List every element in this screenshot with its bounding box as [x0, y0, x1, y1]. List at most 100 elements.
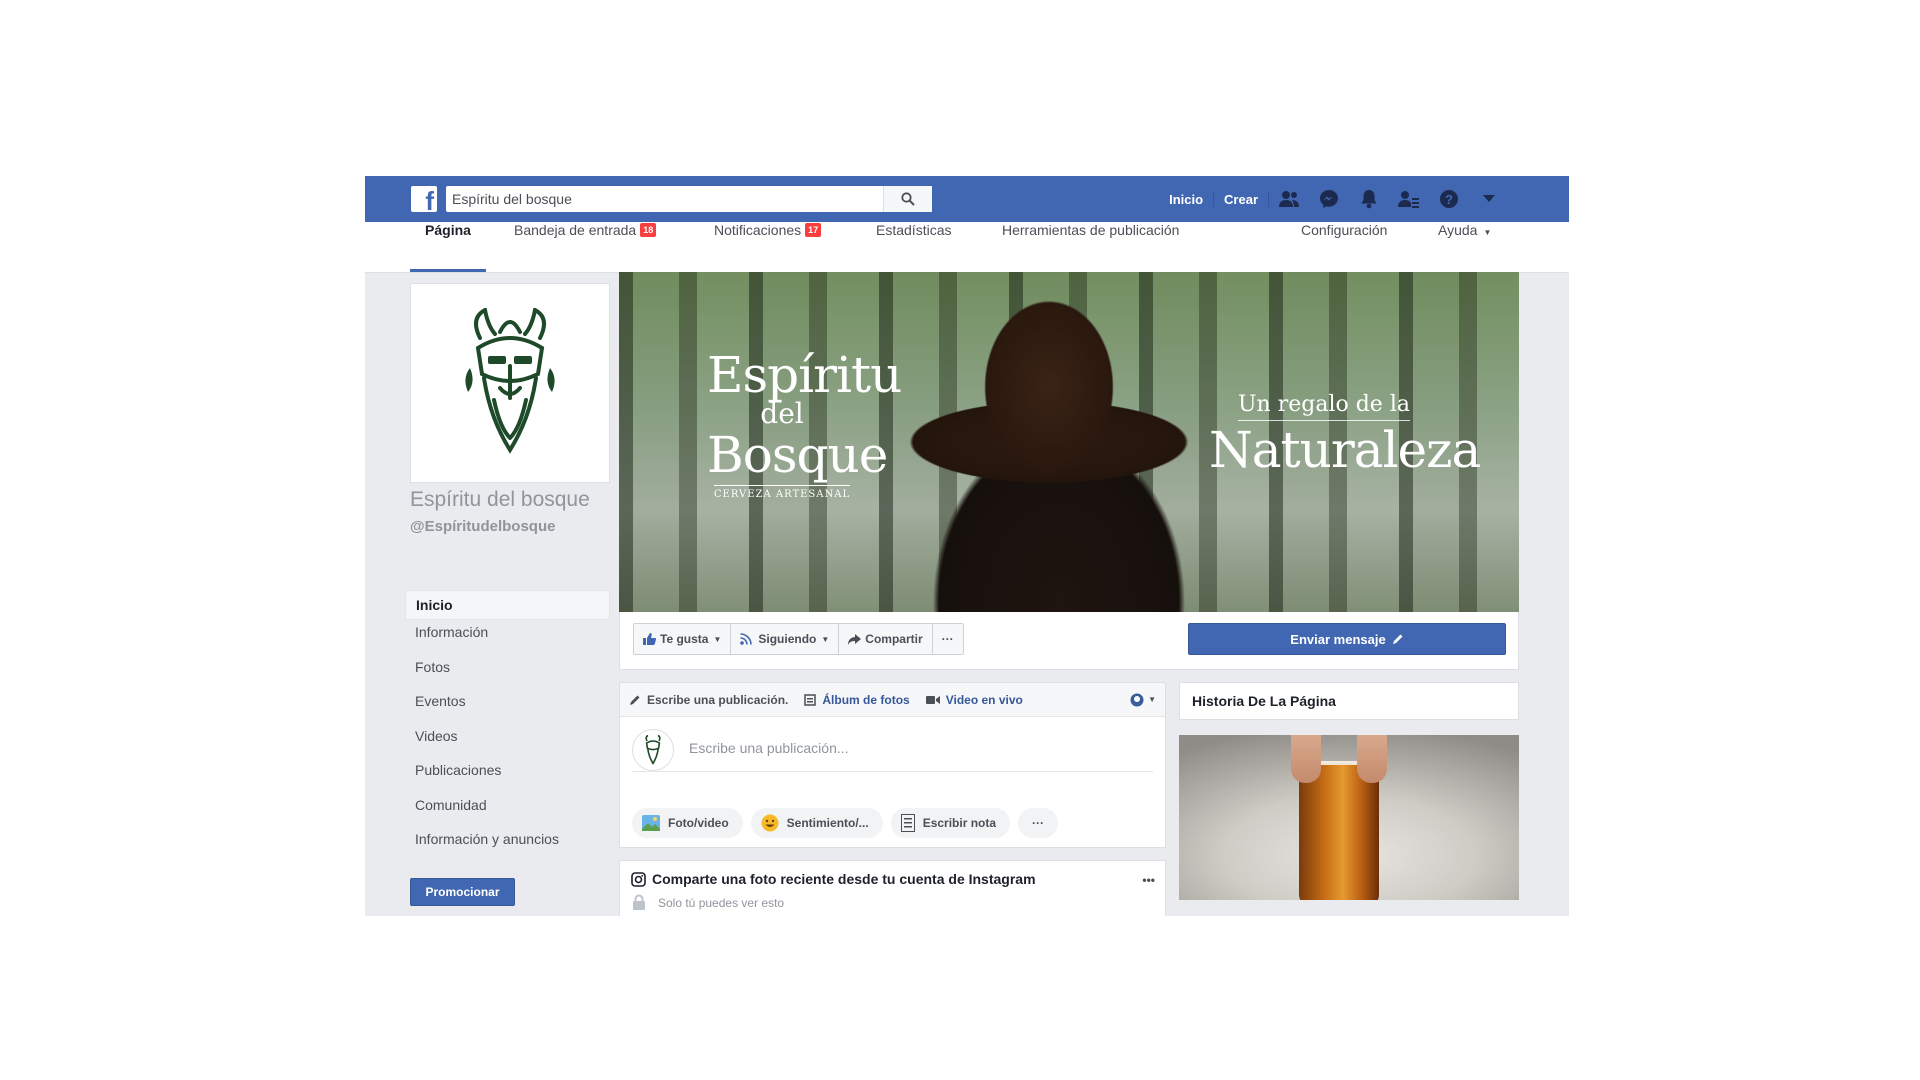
- notifications-icon[interactable]: [1349, 176, 1389, 222]
- nav-crear-link[interactable]: Crear: [1214, 191, 1269, 207]
- tab-pagina[interactable]: Página: [410, 222, 486, 272]
- video-camera-icon: [925, 695, 940, 704]
- pencil-icon: [1392, 634, 1403, 644]
- like-button-label: Te gusta: [660, 632, 709, 646]
- page-action-buttons: Te gusta ▼ Siguiendo ▼ Compartir ···: [633, 623, 964, 655]
- search-input[interactable]: [446, 186, 881, 212]
- like-button[interactable]: Te gusta ▼: [634, 624, 732, 654]
- forest-spirit-logo-icon: [645, 735, 661, 765]
- tab-ayuda-label: Ayuda: [1438, 222, 1478, 238]
- sidebar-item-informacion[interactable]: Información: [405, 624, 610, 659]
- more-actions-button[interactable]: ···: [933, 624, 963, 654]
- cover-brand-line1: Espíritu: [707, 346, 902, 404]
- following-dropdown-icon: ▼: [821, 634, 830, 644]
- page-avatar-mini-icon: [1130, 693, 1144, 706]
- profile-picture[interactable]: [410, 283, 610, 483]
- avatar: [632, 729, 674, 771]
- send-message-label: Enviar mensaje: [1290, 631, 1386, 647]
- tab-ayuda[interactable]: Ayuda ▼: [1438, 222, 1491, 272]
- photo-video-chip[interactable]: Foto/video: [632, 808, 743, 838]
- tab-configuracion[interactable]: Configuración: [1301, 222, 1387, 272]
- rss-icon: [740, 633, 753, 645]
- like-dropdown-icon: ▼: [713, 634, 722, 644]
- composer-tab-write[interactable]: Escribe una publicación.: [629, 693, 788, 707]
- page-side-navigation: Inicio Información Fotos Eventos Videos …: [405, 590, 610, 866]
- photo-album-icon: [804, 693, 817, 706]
- sidebar-item-comunidad[interactable]: Comunidad: [405, 797, 610, 832]
- top-navigation-bar: f Inicio Crear ?: [365, 176, 1569, 223]
- account-dropdown-icon[interactable]: [1469, 176, 1509, 222]
- sidebar-item-videos[interactable]: Videos: [405, 728, 610, 763]
- svg-text:?: ?: [1445, 192, 1453, 207]
- cover-slogan: Un regalo de la Naturaleza: [1209, 392, 1481, 479]
- composer-tabs: Escribe una publicación. Álbum de fotos …: [620, 683, 1165, 717]
- share-button[interactable]: Compartir: [839, 624, 933, 654]
- search-button[interactable]: [883, 186, 932, 212]
- sidebar-item-publicaciones[interactable]: Publicaciones: [405, 762, 610, 797]
- cover-brand-tagline: CERVEZA ARTESANAL: [713, 485, 851, 500]
- inbox-count-badge: 18: [640, 223, 657, 237]
- cover-slogan-line2: Naturaleza: [1209, 421, 1481, 479]
- write-note-chip[interactable]: Escribir nota: [890, 808, 1011, 838]
- instagram-icon: [631, 872, 646, 887]
- photo-video-label: Foto/video: [668, 816, 729, 830]
- facebook-logo-icon[interactable]: f: [411, 186, 437, 212]
- friend-requests-icon[interactable]: [1389, 176, 1429, 222]
- tab-estadisticas[interactable]: Estadísticas: [876, 222, 951, 272]
- composer-tab-live-label: Video en vivo: [945, 692, 1023, 707]
- share-button-label: Compartir: [865, 632, 923, 646]
- friends-icon[interactable]: [1269, 176, 1309, 222]
- instagram-card-menu[interactable]: •••: [1142, 873, 1155, 887]
- hand-right: [1357, 735, 1387, 783]
- thumbs-up-icon: [643, 633, 656, 645]
- audience-dropdown-icon: ▼: [1148, 695, 1156, 704]
- forest-spirit-logo-icon: [465, 308, 555, 454]
- photo-icon: [642, 815, 660, 831]
- cover-brand-title: Espíritu del Bosque CERVEZA ARTESANAL: [707, 346, 902, 501]
- notifications-count-badge: 17: [805, 223, 822, 237]
- facebook-page-window: f Inicio Crear ?: [365, 176, 1569, 916]
- composer-tab-write-label: Escribe una publicación.: [647, 692, 789, 707]
- tab-herramientas[interactable]: Herramientas de publicación: [1002, 222, 1179, 272]
- composer-placeholder[interactable]: Escribe una publicación...: [689, 740, 849, 756]
- sidebar-item-eventos[interactable]: Eventos: [405, 693, 610, 728]
- composer-options: Foto/video Sentimiento/... Escribir nota…: [632, 808, 1059, 838]
- cover-brand-line3: Bosque: [707, 426, 888, 484]
- hand-left: [1291, 735, 1321, 783]
- following-button[interactable]: Siguiendo ▼: [731, 624, 840, 654]
- tab-bandeja-label: Bandeja de entrada: [514, 222, 637, 238]
- more-options-chip[interactable]: ···: [1018, 808, 1059, 838]
- cover-photo[interactable]: Espíritu del Bosque CERVEZA ARTESANAL Un…: [619, 272, 1519, 612]
- audience-selector[interactable]: ▼: [1130, 693, 1156, 707]
- write-note-label: Escribir nota: [922, 816, 997, 830]
- feeling-chip[interactable]: Sentimiento/...: [750, 808, 883, 838]
- tab-notificaciones-label: Notificaciones: [714, 222, 802, 238]
- page-action-bar: Te gusta ▼ Siguiendo ▼ Compartir ··· Env…: [619, 612, 1519, 670]
- feeling-label: Sentimiento/...: [786, 816, 869, 830]
- tab-notificaciones[interactable]: Notificaciones 17: [714, 222, 822, 272]
- instagram-share-card: Comparte una foto reciente desde tu cuen…: [619, 860, 1166, 916]
- following-button-label: Siguiendo: [758, 632, 817, 646]
- note-icon: [900, 814, 915, 832]
- search-box: [446, 186, 932, 212]
- sidebar-item-informacion-anuncios[interactable]: Información y anuncios: [405, 831, 610, 866]
- ayuda-dropdown-icon: ▼: [1483, 228, 1492, 237]
- composer-tab-album-label: Álbum de fotos: [822, 692, 910, 707]
- more-dots-icon: ···: [1032, 816, 1045, 830]
- cover-brand-line2: del: [760, 397, 804, 430]
- sidebar-item-inicio[interactable]: Inicio: [405, 590, 610, 620]
- page-handle[interactable]: @Espíritudelbosque: [410, 518, 555, 535]
- tab-bandeja[interactable]: Bandeja de entrada 18: [514, 222, 657, 272]
- instagram-card-title: Comparte una foto reciente desde tu cuen…: [652, 871, 1036, 887]
- instagram-card-subtitle: Solo tú puedes ver esto: [658, 896, 785, 910]
- send-message-button[interactable]: Enviar mensaje: [1188, 623, 1506, 655]
- share-arrow-icon: [848, 633, 862, 645]
- sidebar-item-fotos[interactable]: Fotos: [405, 659, 610, 694]
- page-story-photo[interactable]: [1179, 735, 1519, 900]
- composer-tab-album[interactable]: Álbum de fotos: [804, 692, 910, 707]
- help-icon[interactable]: ?: [1429, 176, 1469, 222]
- nav-inicio-link[interactable]: Inicio: [1159, 191, 1215, 207]
- promote-button[interactable]: Promocionar: [410, 878, 515, 906]
- composer-tab-live[interactable]: Video en vivo: [925, 692, 1023, 707]
- messenger-icon[interactable]: [1309, 176, 1349, 222]
